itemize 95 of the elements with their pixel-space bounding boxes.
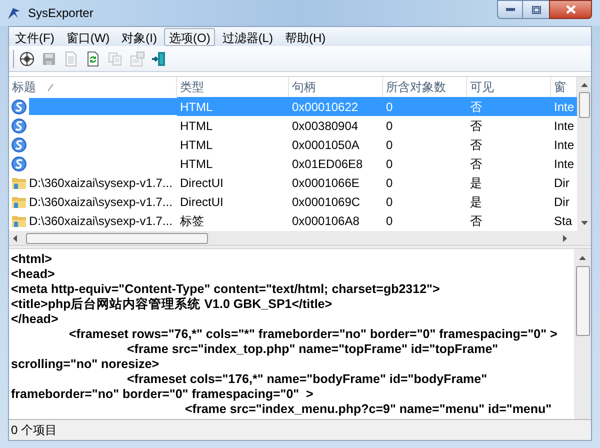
table-cell-text: 0x00380904 <box>292 118 358 134</box>
properties-icon <box>128 50 144 66</box>
document-icon <box>62 50 78 66</box>
table-cell-text: 0 <box>386 118 393 134</box>
close-button[interactable] <box>549 0 592 19</box>
save-icon <box>40 50 56 66</box>
scroll-thumb[interactable] <box>26 232 208 244</box>
code-line: <frameset cols="176,*" name="bodyFrame" id="bodyFrame" frameborder="no" border="0" framespacing="0" > <box>11 372 488 402</box>
table-cell-text: 标签 <box>180 212 204 230</box>
maximize-button[interactable] <box>523 0 549 19</box>
table-cell-text: 0x0001050A <box>292 136 360 154</box>
app-icon <box>6 5 22 21</box>
vertical-scrollbar[interactable] <box>577 77 591 231</box>
minimize-button[interactable] <box>497 0 523 19</box>
scroll-right-icon <box>563 234 567 242</box>
status-text: 0 个项目 <box>11 422 58 439</box>
code-line: <frame src="index_top.php" name="topFrame" id="topFrame" scrolling="no" noresize> <box>11 342 500 372</box>
table-cell-text: 是 <box>470 174 482 192</box>
table-cell-text: 0x000106A8 <box>292 212 360 230</box>
table-cell-text: D:\360xaizai\sysexp-v1.7... <box>29 212 174 229</box>
table-cell-text: 0 <box>386 136 393 154</box>
table-row[interactable]: D:\360xaizai\sysexp-v1.7... DirectUI 0x0001069C 0 是 Dir <box>9 192 577 211</box>
table-row[interactable]: D:\360xaizai\sysexp-v1.7... DirectUI 0x0001066E 0 是 Dir <box>9 173 577 192</box>
table-row[interactable]: HTML 0x0001050A 0 否 Inte <box>9 135 577 154</box>
table-cell-text: Sta <box>554 212 572 230</box>
table-cell-text: HTML <box>180 118 213 134</box>
vertical-scrollbar[interactable] <box>574 249 591 419</box>
table-cell-text: 0 <box>386 174 393 192</box>
menu-item[interactable]: 选项(O) <box>164 28 216 46</box>
code-line: <html> <box>11 252 53 267</box>
table-cell-text: 0 <box>386 156 393 172</box>
code-line: <head> <box>11 267 56 282</box>
close-icon <box>566 5 576 14</box>
table-cell-text: Inte <box>554 136 574 154</box>
menu-item[interactable]: 帮助(H) <box>280 28 331 46</box>
table-cell-text: 否 <box>470 118 482 134</box>
table-cell-text: Inte <box>554 98 574 116</box>
door-button[interactable] <box>150 50 167 67</box>
scroll-left-icon <box>13 234 17 242</box>
table-cell-text: HTML <box>180 98 213 116</box>
door-icon <box>150 50 166 66</box>
table-cell-text: 是 <box>470 194 482 210</box>
copy-icon <box>106 50 122 66</box>
target-icon <box>18 50 34 66</box>
table-cell-text: HTML <box>180 156 213 172</box>
menu-item[interactable]: 窗口(W) <box>61 28 115 46</box>
table-cell-text: Dir <box>554 174 570 192</box>
table-row[interactable]: HTML 0x01ED06E8 0 否 Inte <box>9 154 577 173</box>
table-cell-text: D:\360xaizai\sysexp-v1.7... <box>29 194 174 210</box>
sort-icon <box>48 84 53 90</box>
table-cell-text: 0x0001066E <box>292 174 360 192</box>
scroll-up-icon <box>579 256 586 260</box>
code-line: <frameset rows="76,*" cols="*" frameborder="no" border="0" framespacing="0" > <box>68 327 558 342</box>
column-header[interactable]: 窗 <box>554 78 566 96</box>
code-line: <meta http-equiv="Content-Type" content="text/html; charset=gb2312"> <box>11 282 441 297</box>
menu-item[interactable]: 文件(F) <box>10 28 60 46</box>
table-cell-text: 否 <box>470 156 482 172</box>
scroll-down-icon <box>580 221 588 225</box>
menu-item[interactable]: 过滤器(L) <box>217 28 278 46</box>
menu-item[interactable]: 对象(I) <box>116 28 162 46</box>
table-cell-text: 否 <box>470 136 482 154</box>
table-cell-text: 0 <box>386 98 393 116</box>
table-cell-text: 0x00010622 <box>292 98 358 116</box>
table-cell-text: HTML <box>180 136 213 154</box>
table-cell-text: 否 <box>470 212 482 230</box>
table-row[interactable]: HTML 0x00380904 0 否 Inte <box>9 116 577 135</box>
table-cell-text: D:\360xaizai\sysexp-v1.7... <box>29 174 174 191</box>
table-cell-text: 0 <box>386 212 393 230</box>
table-cell-text: 否 <box>470 98 482 116</box>
table-cell-text: DirectUI <box>180 174 224 192</box>
column-header[interactable]: 所含对象数 <box>386 78 446 96</box>
table-row[interactable]: D:\360xaizai\sysexp-v1.7... 标签 0x000106A8 0 否 Sta <box>9 211 577 230</box>
column-header[interactable]: 句柄 <box>292 78 316 96</box>
table-cell-text: 0x01ED06E8 <box>292 156 363 172</box>
column-header[interactable]: 类型 <box>180 78 204 96</box>
table-cell-text: 0 <box>386 194 393 210</box>
scroll-up-icon <box>580 83 588 87</box>
refresh-icon <box>84 50 100 66</box>
window-title: SysExporter <box>28 5 94 22</box>
scroll-thumb[interactable] <box>578 92 590 118</box>
table-cell-text: DirectUI <box>180 194 224 210</box>
scroll-thumb[interactable] <box>576 266 590 336</box>
horizontal-scrollbar[interactable] <box>9 231 591 245</box>
table-cell-text: 0x0001069C <box>292 194 360 210</box>
maximize-icon <box>532 6 540 14</box>
table-cell-text: Dir <box>554 194 570 210</box>
minimize-icon <box>506 8 514 11</box>
column-header[interactable]: 可见 <box>470 78 494 96</box>
code-line: <frame src="index_menu.php?c=9" name="menu" id="menu" <box>184 402 553 417</box>
target-button[interactable] <box>18 50 35 67</box>
table-cell-text: Inte <box>554 118 574 134</box>
table-cell-text: Inte <box>554 156 574 172</box>
code-line: <title>php后台网站内容管理系统 V1.0 GBK_SP1</title> <box>11 297 334 312</box>
code-line: </head> <box>11 312 60 327</box>
column-header[interactable]: 标题 <box>12 78 36 96</box>
